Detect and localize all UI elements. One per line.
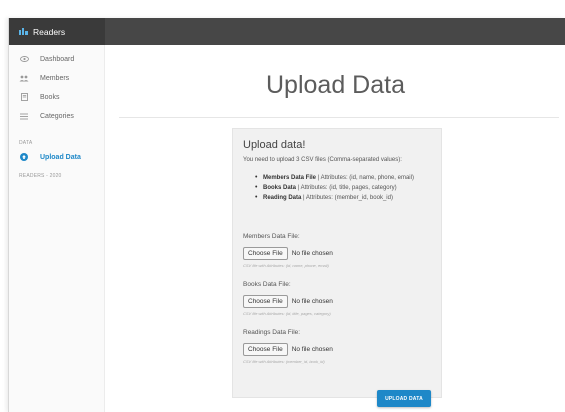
list-icon [19,111,29,121]
sidebar-item-label: Upload Data [40,153,81,161]
books-file-status: No file chosen [291,298,333,305]
sidebar-section-heading: DATA [19,140,33,146]
members-file-input: Choose File No file chosen [243,247,333,260]
sidebar-footer: READERS - 2020 [19,173,62,179]
list-item: Books Data | Attributes: (id, title, pag… [255,183,435,193]
sidebar-item-label: Members [40,74,70,82]
book-icon [19,92,29,102]
eye-icon [19,54,29,64]
requirements-list: Members Data File | Attributes: (id, nam… [255,173,435,203]
top-navbar: Readers [9,18,565,45]
upload-circle-icon [19,152,29,162]
sidebar-item-books[interactable]: Books [9,89,105,105]
sidebar-item-label: Dashboard [40,55,75,63]
books-choose-file-button[interactable]: Choose File [243,295,288,308]
upload-card: Upload data! You need to upload 3 CSV fi… [232,128,442,407]
upload-data-button[interactable]: UPLOAD DATA [377,390,431,407]
members-file-hint: CSV file with Attributes: (id, name, pho… [243,263,329,268]
books-file-label: Books Data File: [243,281,291,288]
card-title: Upload data! [243,139,306,151]
members-file-label: Members Data File: [243,233,300,240]
members-file-status: No file chosen [291,250,333,257]
app-title: Readers [33,26,66,37]
members-choose-file-button[interactable]: Choose File [243,247,288,260]
readings-file-label: Readings Data File: [243,329,301,336]
users-icon [19,73,29,83]
readings-choose-file-button[interactable]: Choose File [243,343,288,356]
title-divider [119,117,559,118]
card-description: You need to upload 3 CSV files (Comma-se… [243,157,402,163]
sidebar-item-label: Categories [40,112,74,120]
readings-file-status: No file chosen [291,346,333,353]
page-title: Upload Data [266,71,405,99]
readings-file-hint: CSV file with Attributes: (member_id, bo… [243,359,325,364]
app-window: Readers Dashboard Members Books Categori… [8,18,565,412]
brand[interactable]: Readers [9,18,105,45]
main-content: Upload Data Upload data! You need to upl… [105,45,565,412]
books-file-input: Choose File No file chosen [243,295,333,308]
sidebar-item-upload-data[interactable]: Upload Data [9,149,105,165]
sidebar-item-members[interactable]: Members [9,70,105,86]
list-item: Reading Data | Attributes: (member_id, b… [255,193,435,203]
books-file-hint: CSV file with Attributes: (id, title, pa… [243,311,331,316]
sidebar-item-label: Books [40,93,60,101]
sidebar-item-dashboard[interactable]: Dashboard [9,51,105,67]
readers-logo-icon [19,28,28,35]
readings-file-input: Choose File No file chosen [243,343,333,356]
list-item: Members Data File | Attributes: (id, nam… [255,173,435,183]
sidebar-item-categories[interactable]: Categories [9,108,105,124]
sidebar: Dashboard Members Books Categories DATA [9,45,105,412]
